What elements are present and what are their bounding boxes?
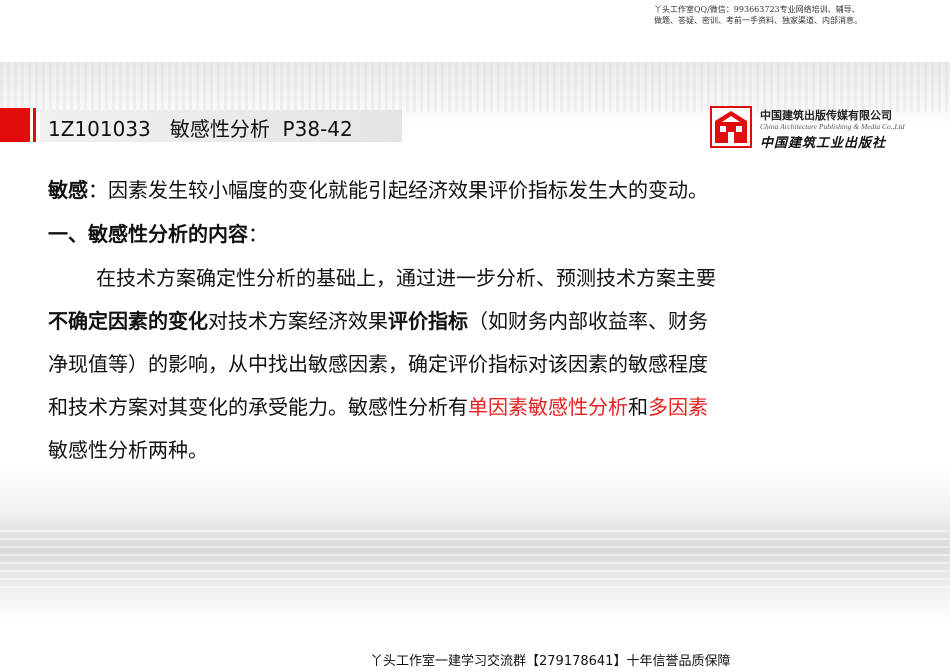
section-heading: 一、敏感性分析的内容： (48, 218, 268, 247)
title-accent-line (33, 108, 36, 142)
emphasis-uncertain-factors: 不确定因素的变化 (48, 309, 208, 333)
highlight-single-factor: 单因素敏感性分析 (468, 395, 628, 419)
floor-reflection (0, 530, 950, 590)
top-note-line-2: 做题、答疑、密训、考前一手资料、独家渠道、内部消息。 (654, 16, 862, 25)
paragraph-line-4-text-1: 和技术方案对其变化的承受能力。敏感性分析有 (48, 395, 468, 419)
publisher-emblem-icon (710, 106, 752, 148)
highlight-multi-factor: 多因素 (648, 395, 708, 419)
title-accent-block (0, 108, 30, 142)
footer-text: 丫头工作室一建学习交流群【279178641】十年信誉品质保障 (370, 654, 731, 669)
top-note-line-1: 丫头工作室QQ/微信：993663723专业网络培训、辅导、 (654, 5, 860, 14)
publisher-logo: 中国建筑出版传媒有限公司 China Architecture Publishi… (710, 104, 910, 152)
paragraph-line-4: 和技术方案对其变化的承受能力。敏感性分析有单因素敏感性分析和多因素 (48, 391, 708, 420)
section-heading-text: 一、敏感性分析的内容 (48, 222, 248, 246)
paragraph-line-2-text-2: （如财务内部收益率、财务 (468, 309, 708, 333)
paragraph-line-3: 净现值等）的影响，从中找出敏感因素，确定评价指标对该因素的敏感程度 (48, 352, 708, 376)
definition-term: 敏感 (48, 178, 88, 202)
publisher-name-cn: 中国建筑出版传媒有限公司 (760, 109, 892, 122)
paragraph-line-4-text-2: 和 (628, 395, 648, 419)
publisher-calligraphy: 中国建筑工业出版社 (760, 136, 887, 151)
definition-text: ：因素发生较小幅度的变化就能引起经济效果评价指标发生大的变动。 (88, 178, 708, 202)
paragraph-line-2: 不确定因素的变化对技术方案经济效果评价指标（如财务内部收益率、财务 (48, 305, 708, 334)
slide-title: 1Z101033 敏感性分析 P38-42 (48, 117, 353, 141)
definition-line: 敏感：因素发生较小幅度的变化就能引起经济效果评价指标发生大的变动。 (48, 174, 708, 203)
top-note: 丫头工作室QQ/微信：993663723专业网络培训、辅导、 做题、答疑、密训、… (654, 4, 914, 26)
paragraph-line-5: 敏感性分析两种。 (48, 438, 208, 462)
section-heading-colon: ： (248, 222, 268, 246)
paragraph-line-1: 在技术方案确定性分析的基础上，通过进一步分析、预测技术方案主要 (96, 266, 716, 290)
emphasis-evaluation-index: 评价指标 (388, 309, 468, 333)
publisher-name-en: China Architecture Publishing & Media Co… (760, 122, 905, 131)
paragraph-line-2-text-1: 对技术方案经济效果 (208, 309, 388, 333)
